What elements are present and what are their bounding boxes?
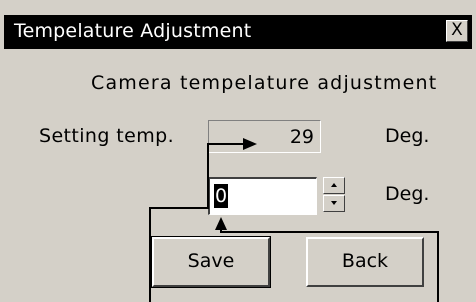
close-button[interactable]: X (446, 20, 468, 42)
setting-temp-unit: Deg. (385, 125, 430, 147)
title-bar[interactable]: Tempelature Adjustment X (4, 15, 472, 49)
close-icon: X (451, 20, 463, 40)
arrow-down-icon (331, 201, 337, 205)
spin-up-button[interactable] (323, 177, 345, 194)
spin-down-button[interactable] (323, 195, 345, 212)
arrowhead-up-icon (215, 217, 227, 230)
setting-temp-label: Setting temp. (39, 125, 175, 147)
dialog-heading: Camera tempelature adjustment (91, 72, 438, 94)
save-button-label: Save (187, 250, 235, 272)
setting-temp-value: 29 (289, 126, 314, 148)
dialog-window: Tempelature Adjustment X Camera tempelat… (0, 0, 476, 302)
arrow-up-icon (331, 183, 337, 187)
back-button-label: Back (341, 250, 389, 272)
window-title: Tempelature Adjustment (14, 20, 252, 42)
back-button[interactable]: Back (306, 237, 424, 287)
setting-temp-readout: 29 (208, 120, 321, 153)
save-button[interactable]: Save (151, 236, 271, 288)
temperature-input-value: 0 (214, 184, 229, 208)
input-unit: Deg. (385, 183, 430, 205)
temperature-input[interactable]: 0 (208, 177, 317, 215)
